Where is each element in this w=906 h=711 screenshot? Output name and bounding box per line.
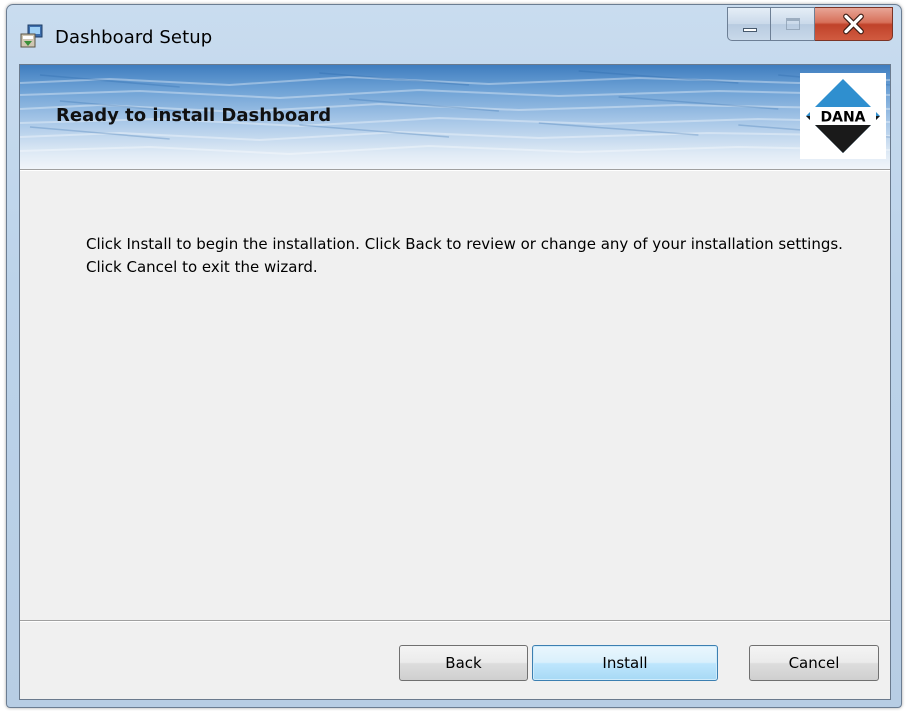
wizard-content: Ready to install Dashboard DANA Click In…	[19, 64, 891, 700]
maximize-icon	[786, 18, 800, 30]
install-button[interactable]: Install	[532, 645, 718, 681]
title-bar[interactable]: Dashboard Setup	[7, 5, 901, 61]
setup-window: Dashboard Setup Ready to install Dashboa…	[6, 4, 902, 708]
window-title: Dashboard Setup	[55, 27, 213, 48]
caption-buttons	[727, 7, 893, 41]
logo-text: DANA	[820, 110, 865, 126]
minimize-icon	[743, 28, 757, 32]
close-button[interactable]	[815, 7, 893, 41]
dana-logo: DANA	[800, 73, 886, 159]
cancel-button[interactable]: Cancel	[749, 645, 879, 681]
installer-package-icon	[19, 23, 45, 49]
wizard-banner: Ready to install Dashboard DANA	[20, 65, 890, 169]
footer-divider	[20, 620, 890, 622]
minimize-button[interactable]	[727, 7, 771, 41]
page-title: Ready to install Dashboard	[56, 105, 332, 126]
back-button[interactable]: Back	[399, 645, 528, 681]
banner-divider	[20, 169, 890, 171]
instructions-text: Click Install to begin the installation.…	[86, 235, 843, 276]
close-icon	[843, 13, 864, 35]
maximize-button[interactable]	[771, 7, 815, 41]
